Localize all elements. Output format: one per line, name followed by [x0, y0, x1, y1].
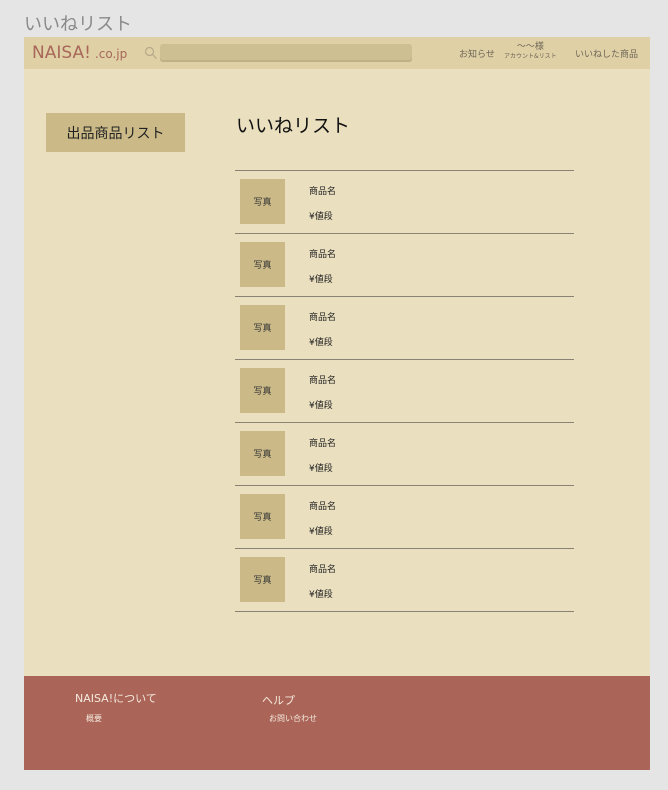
nav-account-link[interactable]: 〜〜様 アカウント&リスト	[504, 43, 557, 61]
item-name[interactable]: 商品名	[309, 373, 336, 386]
item-photo[interactable]: 写真	[240, 305, 285, 350]
item-photo[interactable]: 写真	[240, 179, 285, 224]
listed-items-button[interactable]: 出品商品リスト	[46, 113, 185, 152]
logo-tld: .co.jp	[94, 47, 128, 61]
item-photo[interactable]: 写真	[240, 431, 285, 476]
footer-help-heading: ヘルプ	[262, 694, 295, 707]
footer-about-heading: NAISA!について	[75, 692, 157, 705]
list-item[interactable]: 写真 商品名 ¥値段	[235, 549, 574, 612]
item-price: ¥値段	[309, 275, 333, 285]
frame-title: いいねリスト	[24, 14, 132, 35]
page-title: いいねリスト	[236, 115, 351, 137]
item-photo[interactable]: 写真	[240, 368, 285, 413]
list-item[interactable]: 写真 商品名 ¥値段	[235, 423, 574, 486]
item-photo[interactable]: 写真	[240, 557, 285, 602]
search-icon[interactable]	[144, 46, 158, 60]
item-price: ¥値段	[309, 527, 333, 537]
list-item[interactable]: 写真 商品名 ¥値段	[235, 486, 574, 549]
item-price: ¥値段	[309, 590, 333, 600]
search-input[interactable]	[160, 44, 412, 62]
list-item[interactable]: 写真 商品名 ¥値段	[235, 297, 574, 360]
nav-liked-items-link[interactable]: いいねした商品	[575, 47, 638, 60]
item-price: ¥値段	[309, 464, 333, 474]
footer-contact-link[interactable]: お問い合わせ	[269, 713, 317, 724]
account-name: 〜〜様	[516, 42, 544, 52]
list-item[interactable]: 写真 商品名 ¥値段	[235, 360, 574, 423]
list-item[interactable]: 写真 商品名 ¥値段	[235, 234, 574, 297]
footer-overview-link[interactable]: 概要	[86, 713, 102, 724]
item-photo[interactable]: 写真	[240, 242, 285, 287]
account-list-label: アカウント&リスト	[504, 53, 557, 60]
item-name[interactable]: 商品名	[309, 247, 336, 260]
page: NAISA! .co.jp お知らせ 〜〜様 アカウント&リスト いいねした商品 …	[24, 37, 650, 770]
item-price: ¥値段	[309, 338, 333, 348]
liked-items-list: 写真 商品名 ¥値段 写真 商品名 ¥値段 写真 商品名 ¥値段 写真 商品名 …	[235, 170, 574, 612]
logo[interactable]: NAISA! .co.jp	[32, 43, 127, 63]
footer: NAISA!について 概要 ヘルプ お問い合わせ	[24, 676, 650, 770]
item-name[interactable]: 商品名	[309, 499, 336, 512]
item-name[interactable]: 商品名	[309, 436, 336, 449]
item-price: ¥値段	[309, 401, 333, 411]
logo-main: NAISA!	[32, 43, 91, 63]
list-item[interactable]: 写真 商品名 ¥値段	[235, 171, 574, 234]
nav-notice-link[interactable]: お知らせ	[459, 47, 495, 60]
item-name[interactable]: 商品名	[309, 184, 336, 197]
item-name[interactable]: 商品名	[309, 310, 336, 323]
header: NAISA! .co.jp お知らせ 〜〜様 アカウント&リスト いいねした商品	[24, 37, 650, 69]
item-name[interactable]: 商品名	[309, 562, 336, 575]
item-price: ¥値段	[309, 212, 333, 222]
item-photo[interactable]: 写真	[240, 494, 285, 539]
